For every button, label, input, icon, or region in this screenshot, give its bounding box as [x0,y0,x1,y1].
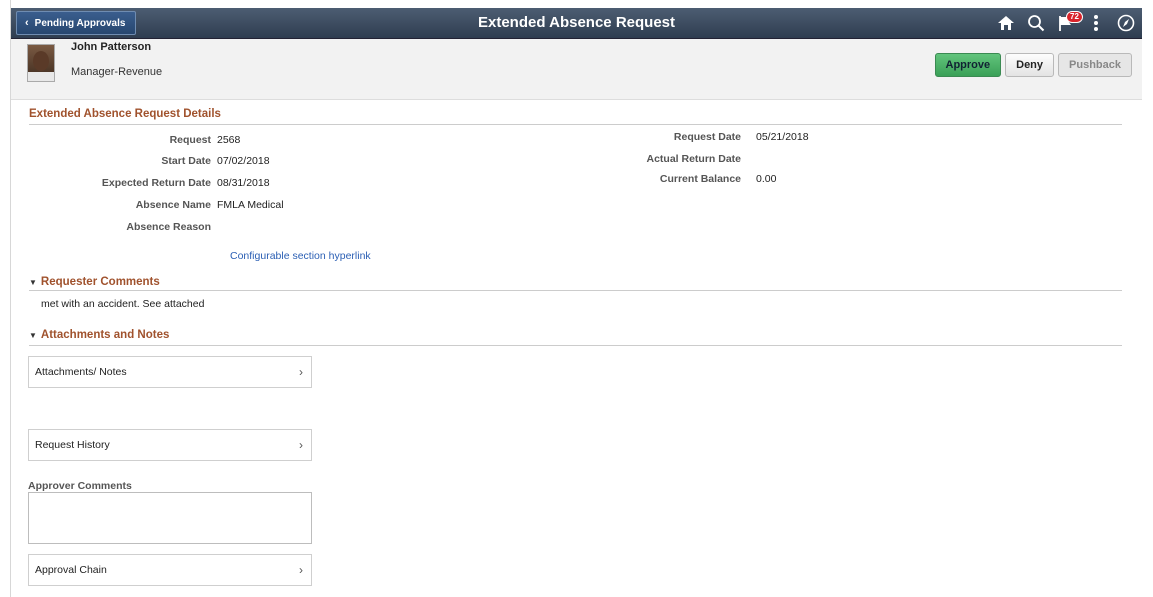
approver-comments-label: Approver Comments [28,480,132,492]
chevron-right-icon: › [299,563,303,577]
deny-button[interactable]: Deny [1005,53,1055,77]
current-balance-label: Current Balance [659,173,741,185]
details-heading: Extended Absence Request Details [29,108,221,120]
action-buttons: Approve Deny Pushback [934,53,1132,77]
absence-name-value: FMLA Medical [217,199,284,211]
requester-comments-heading[interactable]: ▼ Requester Comments [29,276,160,288]
current-balance-value: 0.00 [756,173,777,185]
divider [29,345,1122,346]
actual-return-label: Actual Return Date [646,153,741,165]
approver-comments-field[interactable] [28,492,312,544]
attachments-title: Attachments and Notes [40,329,170,341]
expected-return-value: 08/31/2018 [217,177,270,189]
attachments-heading[interactable]: ▼ Attachments and Notes [29,329,169,341]
more-actions-icon[interactable] [1086,13,1106,33]
attachments-notes-row[interactable]: Attachments/ Notes › [28,356,312,388]
notification-count-badge: 72 [1066,11,1083,23]
employee-job-title: Manager-Revenue [71,66,163,78]
employee-name: John Patterson [71,41,152,53]
approval-chain-label: Approval Chain [35,564,107,576]
page-frame: ‹ Pending Approvals Extended Absence Req… [10,0,1142,597]
requester-comments-title: Requester Comments [40,276,160,288]
request-label: Request [169,134,211,146]
absence-name-label: Absence Name [135,199,211,211]
request-date-value: 05/21/2018 [756,131,809,143]
banner-icons: 72 [996,8,1136,38]
request-history-label: Request History [35,439,110,451]
request-history-row[interactable]: Request History › [28,429,312,461]
collapse-triangle-icon: ▼ [29,278,37,287]
collapse-triangle-icon: ▼ [29,331,37,340]
divider [29,290,1122,291]
requester-comment-text: met with an accident. See attached [41,298,205,310]
home-icon[interactable] [996,13,1016,33]
chevron-right-icon: › [299,438,303,452]
page-title: Extended Absence Request [478,14,675,31]
expected-return-label: Expected Return Date [101,177,211,189]
absence-reason-label: Absence Reason [126,221,211,233]
start-date-label: Start Date [161,155,211,167]
approve-button[interactable]: Approve [934,53,1002,77]
request-value: 2568 [217,134,241,146]
navbar-compass-icon[interactable] [1116,13,1136,33]
approval-chain-row[interactable]: Approval Chain › [28,554,312,586]
search-icon[interactable] [1026,13,1046,33]
chevron-right-icon: › [299,365,303,379]
notifications-flag-icon[interactable]: 72 [1056,11,1083,33]
attachments-notes-label: Attachments/ Notes [35,366,127,378]
employee-header: John Patterson Manager-Revenue Approve D… [11,39,1142,100]
start-date-value: 07/02/2018 [217,155,270,167]
pushback-button[interactable]: Pushback [1058,53,1132,77]
top-banner: ‹ Pending Approvals Extended Absence Req… [11,8,1142,39]
divider [29,124,1122,125]
request-date-label: Request Date [673,131,741,143]
configurable-section-link[interactable]: Configurable section hyperlink [230,250,371,262]
avatar [27,44,55,82]
